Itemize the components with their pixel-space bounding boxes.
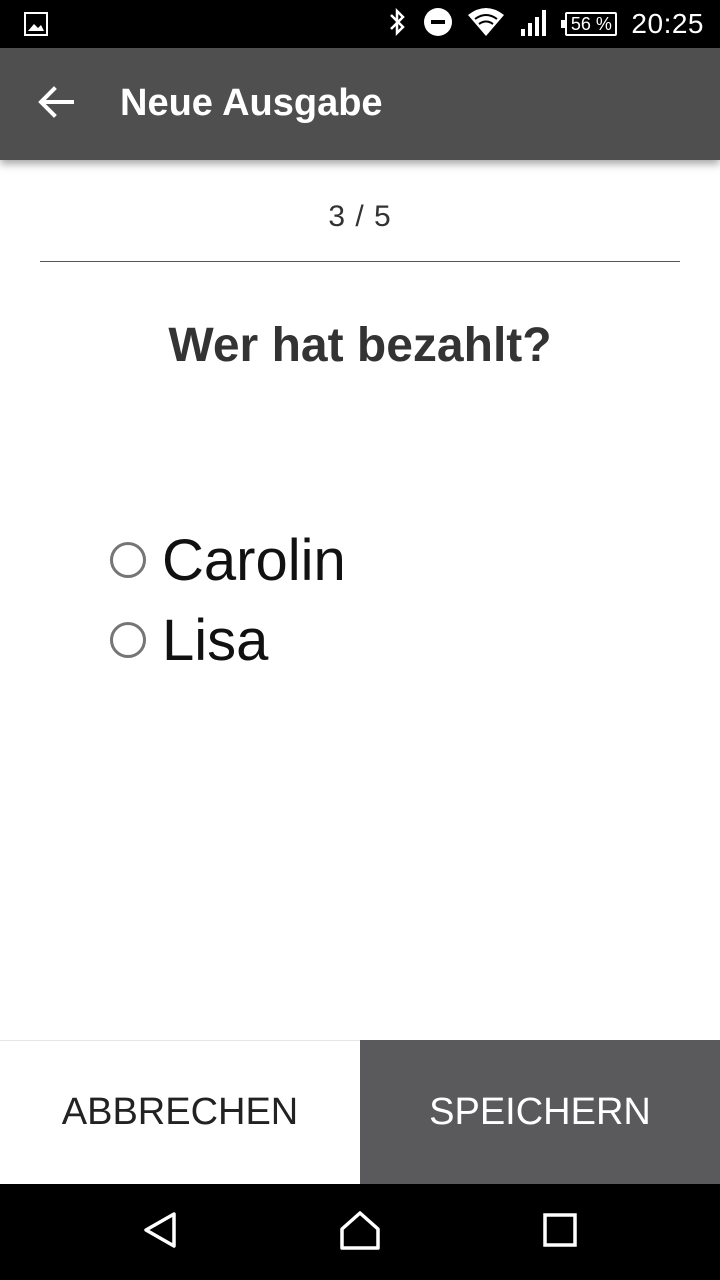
gallery-icon (24, 12, 48, 36)
app-bar: Neue Ausgabe (0, 48, 720, 160)
navigation-bar (0, 1184, 720, 1280)
arrow-back-icon (38, 85, 74, 123)
payer-radio-group: Carolin Lisa (110, 520, 346, 680)
do-not-disturb-icon (423, 7, 453, 42)
cancel-button[interactable]: ABBRECHEN (0, 1040, 360, 1184)
back-triangle-icon (140, 1210, 180, 1255)
radio-button[interactable] (110, 542, 146, 578)
battery-level: 56 % (570, 13, 612, 34)
question-heading: Wer hat bezahlt? (168, 319, 552, 372)
clock: 20:25 (631, 8, 704, 39)
divider (40, 261, 680, 262)
save-button[interactable]: SPEICHERN (360, 1040, 720, 1184)
home-icon (338, 1209, 382, 1256)
nav-home-button[interactable] (336, 1208, 384, 1256)
page-title: Neue Ausgabe (120, 82, 383, 124)
radio-button[interactable] (110, 622, 146, 658)
radio-label: Lisa (162, 607, 269, 673)
status-bar: 56 % 20:25 (0, 0, 720, 48)
radio-option-carolin[interactable]: Carolin (110, 520, 346, 600)
battery-icon: 56 % (561, 12, 618, 36)
nav-recents-button[interactable] (536, 1208, 584, 1256)
recents-icon (542, 1212, 578, 1253)
signal-icon (519, 7, 551, 42)
step-counter: 3 / 5 (328, 200, 392, 233)
wifi-icon (467, 7, 505, 42)
radio-label: Carolin (162, 527, 346, 593)
back-button[interactable] (32, 84, 80, 124)
bluetooth-icon (387, 7, 409, 42)
nav-back-button[interactable] (136, 1208, 184, 1256)
radio-option-lisa[interactable]: Lisa (110, 600, 346, 680)
